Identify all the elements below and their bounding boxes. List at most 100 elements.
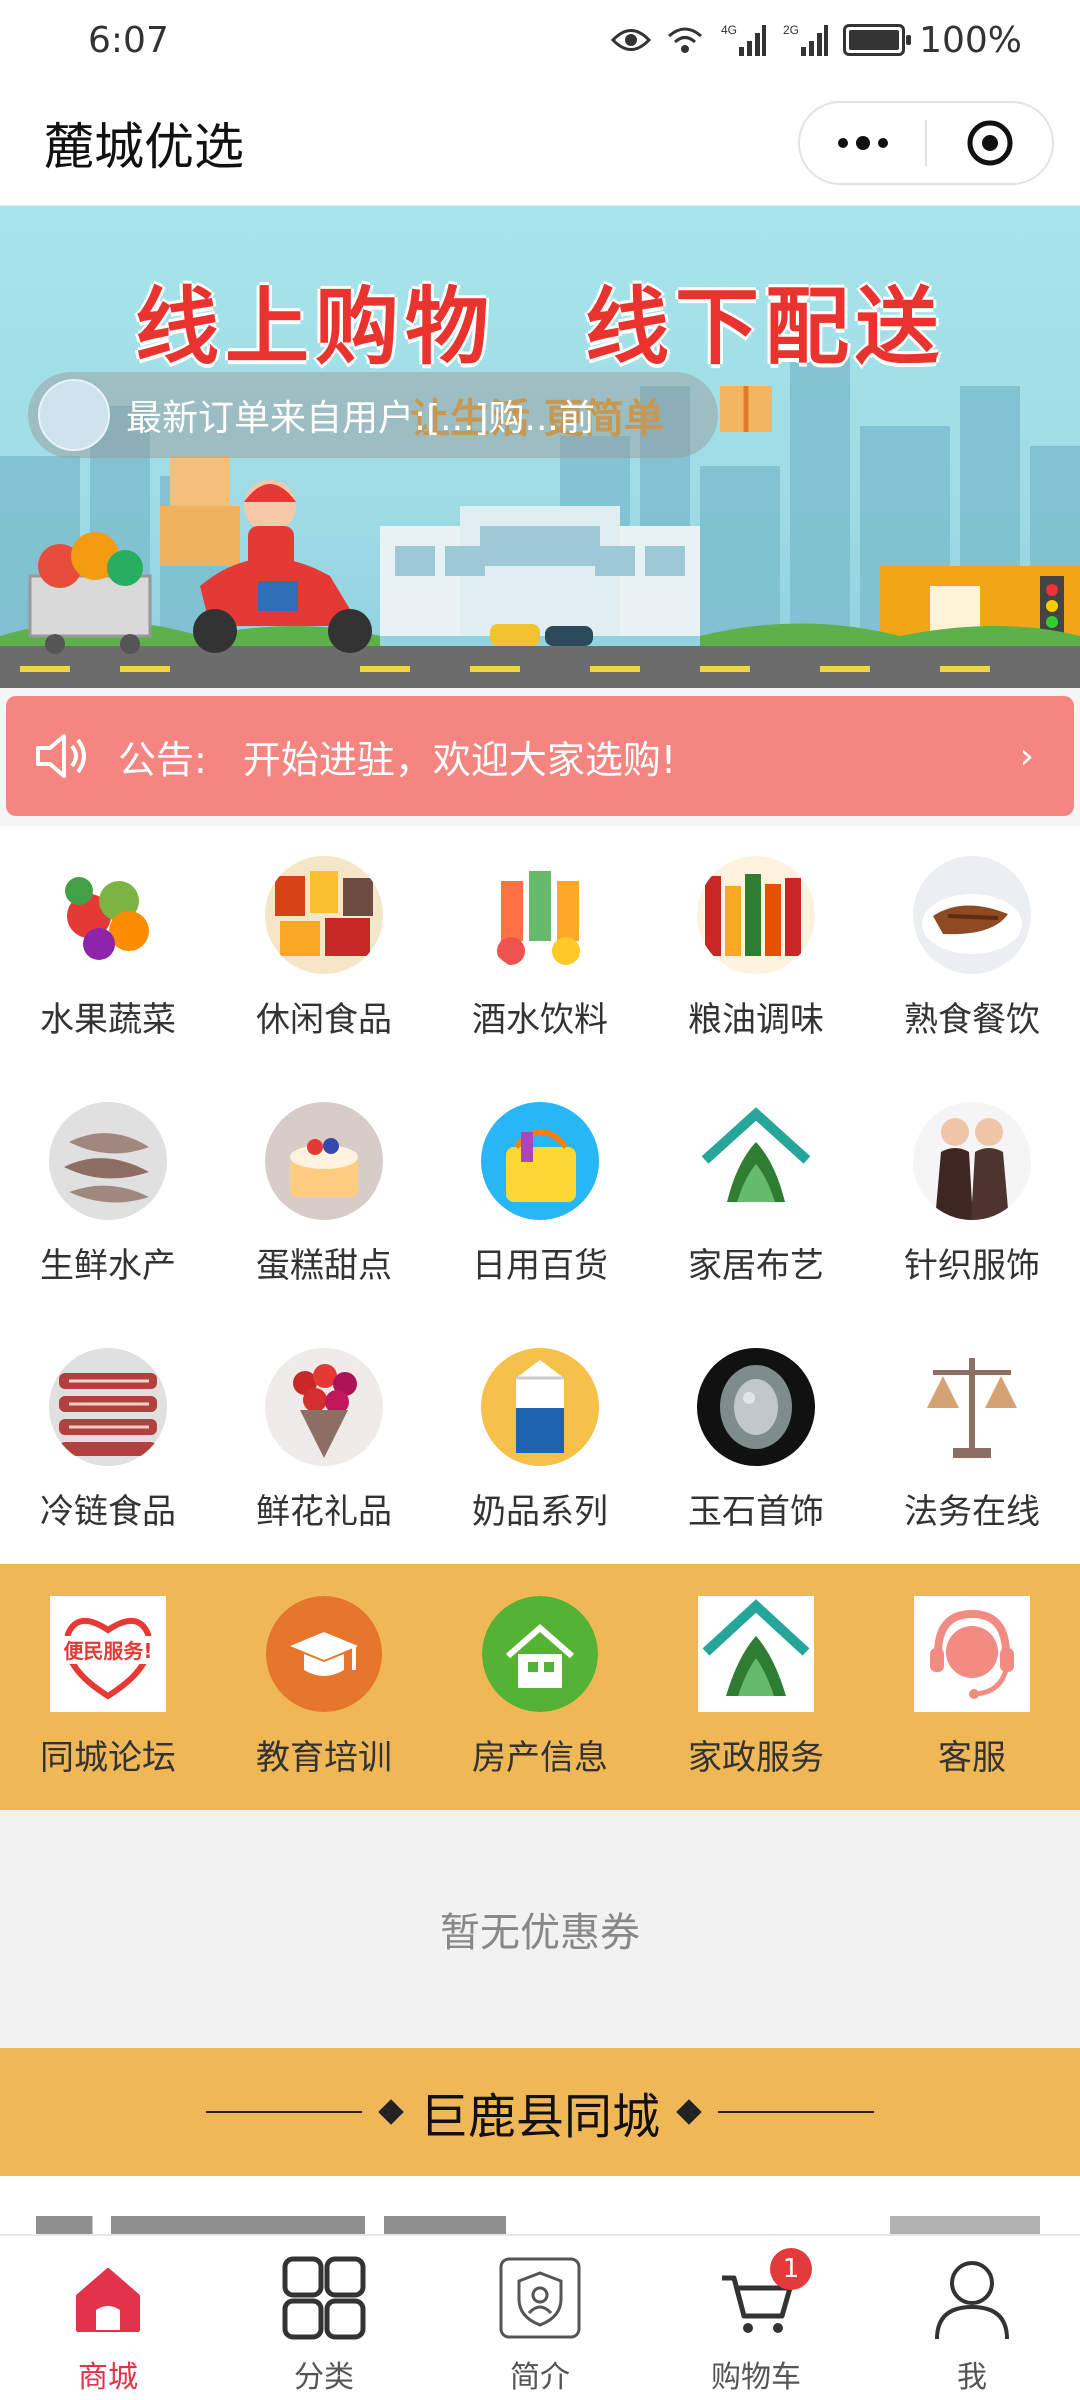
status-icons: 4G 2G 100% <box>611 20 1022 61</box>
category-label: 针织服饰 <box>904 1246 1040 1286</box>
tab-cart[interactable]: 1 购物车 <box>648 2236 864 2400</box>
category-item[interactable]: 鲜花礼品 <box>216 1318 432 1564</box>
page-title: 麓城优选 <box>44 117 244 176</box>
home-fabric-icon <box>697 1102 815 1220</box>
home-icon <box>62 2252 154 2344</box>
category-item[interactable]: 针织服饰 <box>864 1072 1080 1318</box>
tab-label: 分类 <box>294 2360 354 2395</box>
tab-category[interactable]: 分类 <box>216 2236 432 2400</box>
service-item[interactable]: 家政服务 <box>648 1564 864 1810</box>
category-label: 休闲食品 <box>256 1000 392 1040</box>
service-label: 教育培训 <box>256 1738 392 1778</box>
category-item[interactable]: 玉石首饰 <box>648 1318 864 1564</box>
service-label: 家政服务 <box>688 1738 824 1778</box>
diamond-icon <box>378 2099 404 2125</box>
category-item[interactable]: 水果蔬菜 <box>0 826 216 1072</box>
tab-label: 简介 <box>510 2360 570 2395</box>
battery-percent: 100% <box>919 19 1022 61</box>
service-row: 便民服务! 同城论坛 教育培训 房产信息 家政服务 客服 <box>0 1564 1080 1810</box>
svg-text:4G: 4G <box>721 23 737 37</box>
milk-icon <box>481 1348 599 1466</box>
category-label: 生鲜水产 <box>40 1246 176 1286</box>
status-bar: 6:07 4G 2G 100% <box>0 0 1080 80</box>
category-item[interactable]: 日用百货 <box>432 1072 648 1318</box>
service-item[interactable]: 客服 <box>864 1564 1080 1810</box>
status-time: 6:07 <box>88 19 169 61</box>
cart-badge: 1 <box>770 2248 812 2290</box>
partially-hidden-link <box>890 2216 1040 2236</box>
category-item[interactable]: 休闲食品 <box>216 826 432 1072</box>
announcement-label: 公告: <box>118 737 207 782</box>
grid-icon <box>278 2252 370 2344</box>
wifi-icon <box>665 24 705 56</box>
signal-4g-icon: 4G <box>719 23 767 57</box>
diamond-icon <box>676 2099 702 2125</box>
bottom-tab-bar: 商城 分类 简介 1 购物车 我 <box>0 2234 1080 2400</box>
category-label: 熟食餐饮 <box>904 1000 1040 1040</box>
profile-card-icon <box>494 2252 586 2344</box>
section-title: 巨鹿县同城 <box>419 2089 660 2145</box>
category-item[interactable]: 酒水饮料 <box>432 826 648 1072</box>
content-peek <box>0 2176 1080 2236</box>
eye-icon <box>611 27 652 53</box>
flowers-icon <box>265 1348 383 1466</box>
title-bar: 麓城优选 <box>0 80 1080 206</box>
divider <box>718 2111 874 2113</box>
banner-headline: 线上购物 线下配送 <box>134 278 945 376</box>
partially-hidden-text <box>36 2216 506 2236</box>
category-item[interactable]: 熟食餐饮 <box>864 826 1080 1072</box>
category-label: 冷链食品 <box>40 1492 176 1532</box>
category-item[interactable]: 家居布艺 <box>648 1072 864 1318</box>
user-icon <box>926 2252 1018 2344</box>
battery-icon <box>843 24 912 56</box>
tab-intro[interactable]: 简介 <box>432 2236 648 2400</box>
tab-label: 我 <box>957 2360 987 2395</box>
tab-mall[interactable]: 商城 <box>0 2236 216 2400</box>
avatar <box>38 379 110 451</box>
more-button[interactable] <box>800 103 925 183</box>
legal-icon <box>913 1348 1031 1466</box>
category-label: 奶品系列 <box>472 1492 608 1532</box>
category-item[interactable]: 蛋糕甜点 <box>216 1072 432 1318</box>
tab-me[interactable]: 我 <box>864 2236 1080 2400</box>
daily-goods-icon <box>481 1102 599 1220</box>
announcement-text: 开始进驻，欢迎大家选购! <box>242 737 677 782</box>
customer-service-icon <box>914 1596 1030 1712</box>
category-item[interactable]: 冷链食品 <box>0 1318 216 1564</box>
close-miniprogram-button[interactable] <box>927 103 1052 183</box>
forum-logo-text: 便民服务! <box>63 1639 152 1663</box>
announcement-bar[interactable]: 公告: 开始进驻，欢迎大家选购! › <box>6 696 1074 816</box>
category-label: 玉石首饰 <box>688 1492 824 1532</box>
forum-icon: 便民服务! <box>50 1596 166 1712</box>
service-item[interactable]: 房产信息 <box>432 1564 648 1810</box>
drinks-icon <box>481 856 599 974</box>
miniprogram-capsule <box>798 100 1054 185</box>
category-label: 水果蔬菜 <box>40 1000 176 1040</box>
real-estate-icon <box>482 1596 598 1712</box>
housekeeping-icon <box>698 1596 814 1712</box>
cart-icon: 1 <box>710 2248 812 2344</box>
category-label: 法务在线 <box>904 1492 1040 1532</box>
speaker-icon <box>36 734 86 778</box>
service-label: 房产信息 <box>472 1738 608 1778</box>
target-icon <box>967 120 1012 165</box>
service-item[interactable]: 教育培训 <box>216 1564 432 1810</box>
category-label: 日用百货 <box>472 1246 608 1286</box>
promo-banner[interactable]: 线上购物 线下配送 让生活 更简单 最新订单来自用户:[...]购...前 <box>0 206 1080 688</box>
chevron-right-icon: › <box>1019 735 1034 777</box>
category-grid: 水果蔬菜 休闲食品 酒水饮料 粮油调味 熟食餐饮 生鲜水产 蛋糕甜点 日用百货 … <box>0 826 1080 1564</box>
service-label: 客服 <box>938 1738 1006 1778</box>
coupon-section: 暂无优惠券 <box>0 1810 1080 2048</box>
category-item[interactable]: 生鲜水产 <box>0 1072 216 1318</box>
category-item[interactable]: 粮油调味 <box>648 826 864 1072</box>
grain-oil-icon <box>697 856 815 974</box>
cold-chain-icon <box>49 1348 167 1466</box>
section-header: 巨鹿县同城 <box>0 2048 1080 2176</box>
tab-label: 购物车 <box>711 2360 801 2395</box>
education-icon <box>266 1596 382 1712</box>
category-item[interactable]: 法务在线 <box>864 1318 1080 1564</box>
signal-2g-icon: 2G <box>781 23 829 57</box>
category-item[interactable]: 奶品系列 <box>432 1318 648 1564</box>
tab-label: 商城 <box>78 2360 138 2395</box>
service-item[interactable]: 便民服务! 同城论坛 <box>0 1564 216 1810</box>
